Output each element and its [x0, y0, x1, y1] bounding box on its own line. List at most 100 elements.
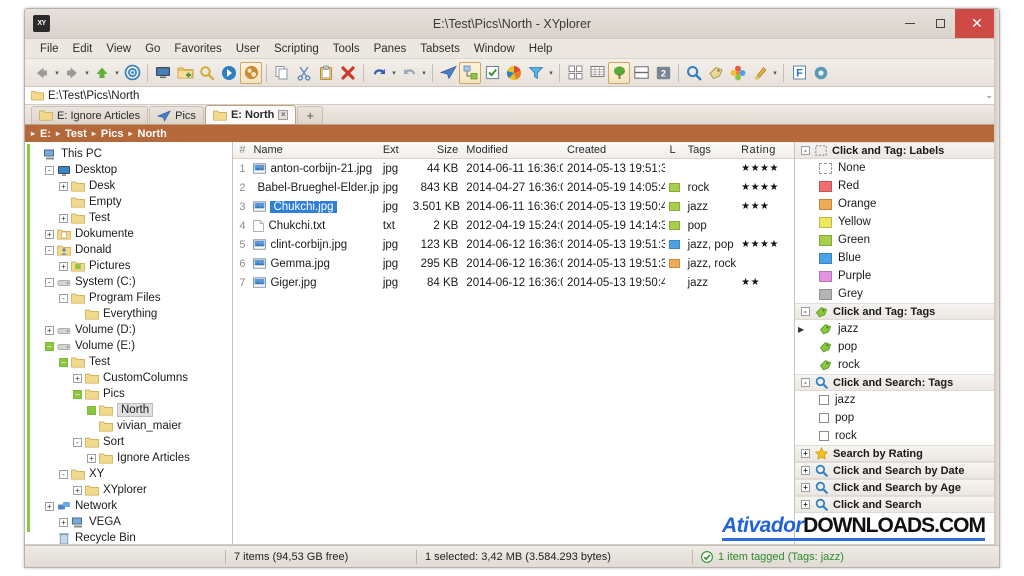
catalog-item-jazz[interactable]: jazz [795, 391, 999, 409]
back-dropdown-icon[interactable]: ▾ [53, 69, 61, 77]
highlighter-dropdown-icon[interactable]: ▾ [771, 69, 779, 77]
tree-expander-icon[interactable] [87, 422, 96, 431]
tree-expander-icon[interactable]: – [73, 389, 82, 399]
tree-expander-icon[interactable]: + [45, 501, 54, 511]
paperclip-icon[interactable] [240, 61, 262, 84]
undo-icon[interactable] [368, 62, 390, 84]
catalog-group-click-and-search[interactable]: + Click and Search [795, 496, 999, 513]
menu-item-view[interactable]: View [99, 41, 138, 57]
checkbox[interactable] [819, 431, 829, 441]
catalog-group-click-and-search-by-age[interactable]: + Click and Search by Age [795, 479, 999, 496]
configure-icon[interactable] [810, 62, 832, 84]
catalog-group-click-and-search-tags[interactable]: - Click and Search: Tags [795, 374, 999, 391]
catalog-group-click-and-search-by-date[interactable]: + Click and Search by Date [795, 462, 999, 479]
tree-item-test[interactable]: – Test [25, 354, 232, 370]
tree-expander-icon[interactable]: + [59, 517, 68, 527]
tree-expander-icon[interactable]: + [45, 325, 54, 335]
menu-item-go[interactable]: Go [138, 41, 167, 57]
table-row[interactable]: 4 Chukchi.txt txt 2 KB 2012-04-19 15:24:06 20… [233, 216, 794, 235]
breadcrumb-segment-test[interactable]: Test [65, 128, 87, 140]
tree-item-desk[interactable]: + Desk [25, 178, 232, 194]
paste-icon[interactable] [315, 62, 337, 84]
catalog-group-search-by-rating[interactable]: + Search by Rating [795, 445, 999, 462]
tree-expander-icon[interactable]: - [45, 165, 54, 175]
tree-item-system-c-[interactable]: - System (C:) [25, 274, 232, 290]
send-icon[interactable] [437, 62, 459, 84]
highlighter-icon[interactable] [749, 62, 771, 84]
tree-item-volume-e-[interactable]: – Volume (E:) [25, 338, 232, 354]
forward-dropdown-icon[interactable]: ▾ [83, 69, 91, 77]
tree-item-sort[interactable]: - Sort [25, 434, 232, 450]
up-dropdown-icon[interactable]: ▾ [113, 69, 121, 77]
menu-item-tools[interactable]: Tools [326, 41, 367, 57]
address-bar[interactable]: E:\Test\Pics\North ⌄ [25, 87, 999, 105]
tab-e-ignore-articles[interactable]: E: Ignore Articles [31, 106, 149, 124]
tree-item-customcolumns[interactable]: + CustomColumns [25, 370, 232, 386]
tree-item-pictures[interactable]: + Pictures [25, 258, 232, 274]
cell-rating[interactable]: ★★★★ [737, 239, 794, 250]
table-row[interactable]: 1 anton-corbijn-21.jpg jpg 44 KB 2014-06-11 … [233, 159, 794, 178]
undo-dropdown-icon[interactable]: ▾ [390, 69, 398, 77]
tree-item-north[interactable]: North [25, 402, 232, 418]
thumbnails-icon[interactable] [564, 62, 586, 84]
new-tab-button[interactable]: + [297, 106, 323, 124]
column-header-rating[interactable]: Rating [737, 144, 794, 156]
tree-item-this-pc[interactable]: This PC [25, 146, 232, 162]
catalog-group-click-and-tag-labels[interactable]: - Click and Tag: Labels [795, 142, 999, 159]
checkbox-select-icon[interactable] [481, 62, 503, 84]
catalog-item-jazz[interactable]: ▶ jazz [795, 320, 999, 338]
column-header-label[interactable]: L [665, 144, 683, 156]
tree-item-donald[interactable]: - Donald [25, 242, 232, 258]
tree-expander-icon[interactable]: + [59, 261, 68, 271]
table-row[interactable]: 7 Giger.jpg jpg 84 KB 2014-06-12 16:36:00 201… [233, 273, 794, 292]
tree-expander-icon[interactable]: + [73, 485, 82, 495]
tab-close-icon[interactable]: × [278, 110, 289, 120]
column-header-num[interactable]: # [233, 144, 249, 156]
catalog-expander-icon[interactable]: + [801, 449, 810, 458]
menu-item-scripting[interactable]: Scripting [267, 41, 326, 57]
tab-e-north[interactable]: E: North × [204, 105, 297, 124]
tree-item-xyplorer[interactable]: + XYplorer [25, 482, 232, 498]
table-row[interactable]: 2 Babel-Brueghel-Elder.jpg jpg 843 KB 2014-0… [233, 178, 794, 197]
search-icon[interactable] [683, 62, 705, 84]
cell-name[interactable]: Chukchi.txt [249, 220, 378, 232]
catalog-expander-icon[interactable]: - [801, 378, 810, 387]
column-header-created[interactable]: Created [563, 144, 665, 156]
desktop-icon[interactable] [152, 62, 174, 84]
cell-rating[interactable]: ★★★★ [737, 163, 794, 174]
tree-expander-icon[interactable]: – [59, 357, 68, 367]
tree-expander-icon[interactable]: + [87, 453, 96, 463]
cell-name[interactable]: anton-corbijn-21.jpg [249, 163, 378, 175]
breadcrumb-segment-pics[interactable]: Pics [101, 128, 124, 140]
format-icon[interactable]: F [788, 62, 810, 84]
tag-icon[interactable] [705, 62, 727, 84]
checkbox[interactable] [819, 413, 829, 423]
cell-name[interactable]: Gemma.jpg [249, 258, 378, 270]
menu-item-user[interactable]: User [229, 41, 267, 57]
delete-icon[interactable] [337, 62, 359, 84]
file-list-header[interactable]: # Name Ext Size Modified Created L Tags Rating [233, 142, 794, 159]
copy-icon[interactable] [271, 62, 293, 84]
tree-expander-icon[interactable] [45, 534, 54, 543]
tree-expander-icon[interactable] [59, 198, 68, 207]
tree-item-desktop[interactable]: - Desktop [25, 162, 232, 178]
tree-expander-icon[interactable]: + [59, 213, 68, 223]
column-header-tags[interactable]: Tags [684, 144, 738, 156]
colors-icon[interactable] [727, 62, 749, 84]
menu-item-help[interactable]: Help [522, 41, 560, 57]
new-folder-icon[interactable] [174, 62, 196, 84]
details-icon[interactable] [586, 62, 608, 84]
tree-item-vivian-maier[interactable]: vivian_maier [25, 418, 232, 434]
tree-expander-icon[interactable]: + [45, 229, 54, 239]
tree-expander-icon[interactable]: – [45, 341, 54, 351]
filter-dropdown-icon[interactable]: ▾ [547, 69, 555, 77]
menu-item-panes[interactable]: Panes [367, 41, 414, 57]
catalog-expander-icon[interactable]: + [801, 500, 810, 509]
catalog-item-pop[interactable]: pop [795, 409, 999, 427]
tree-item-everything[interactable]: Everything [25, 306, 232, 322]
tree-expander-icon[interactable] [87, 405, 96, 415]
forward-icon[interactable] [61, 62, 83, 84]
tree-expander-icon[interactable]: - [59, 469, 68, 479]
catalog-item-green[interactable]: Green [795, 231, 999, 249]
catalog-item-yellow[interactable]: Yellow [795, 213, 999, 231]
